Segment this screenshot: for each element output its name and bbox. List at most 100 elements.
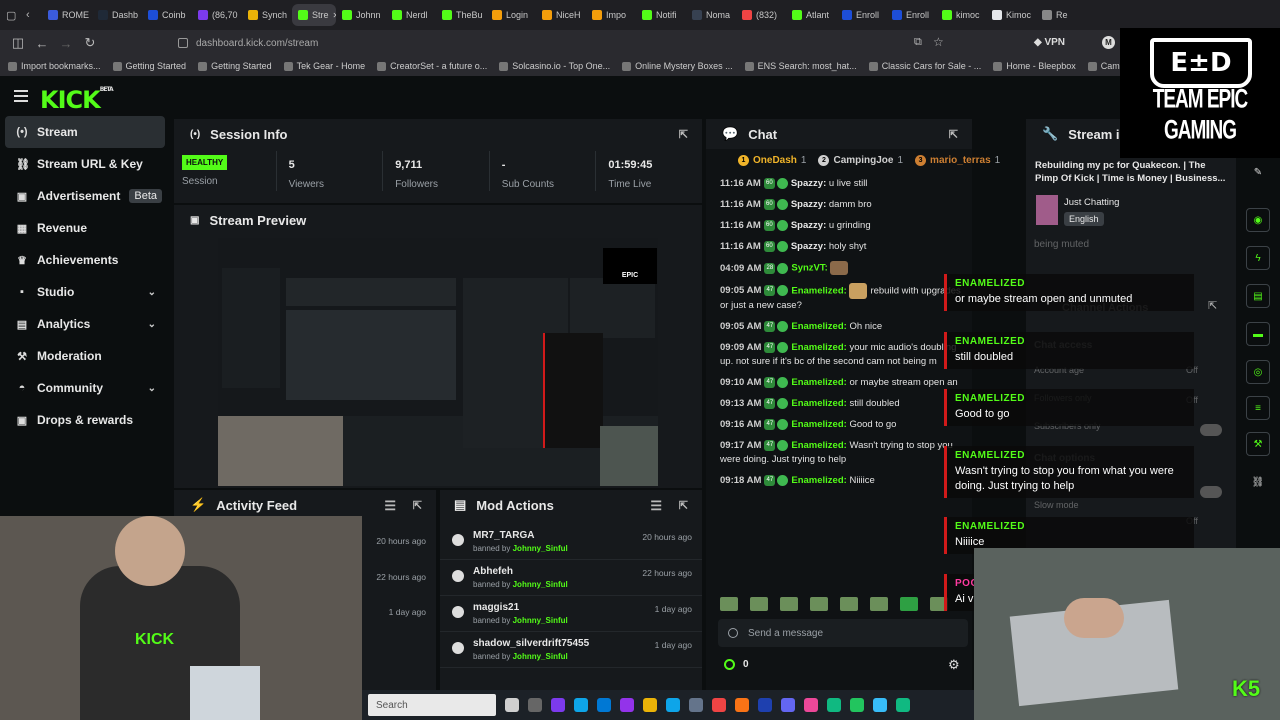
sidebar-item-stream-url-key[interactable]: ⛓ Stream URL & Key xyxy=(0,148,170,180)
browser-tab[interactable]: Nerdl xyxy=(386,4,436,26)
subscribers-only-toggle[interactable] xyxy=(1200,424,1222,436)
channel-points[interactable]: 0 xyxy=(724,659,749,670)
taskbar-app-icon[interactable] xyxy=(827,698,841,712)
chevron-down-icon[interactable]: ⌄ xyxy=(148,383,156,394)
profile-icon[interactable]: M xyxy=(1102,36,1115,49)
bookmark-item[interactable]: CreatorSet - a future o... xyxy=(377,61,487,72)
bookmark-item[interactable]: Import bookmarks... xyxy=(8,61,101,72)
viewer-avatar[interactable] xyxy=(840,597,858,611)
taskbar-app-icon[interactable] xyxy=(528,698,542,712)
taskbar-app-icon[interactable] xyxy=(804,698,818,712)
chat-username[interactable]: Spazzy xyxy=(791,220,823,231)
browser-tab[interactable]: kimoc xyxy=(936,4,986,26)
sidebar-item-drops-rewards[interactable]: ▣ Drops & rewards xyxy=(0,404,170,436)
taskbar-app-icon[interactable] xyxy=(896,698,910,712)
chat-username[interactable]: Enamelized xyxy=(791,475,843,486)
taskbar-app-icon[interactable] xyxy=(551,698,565,712)
browser-tab[interactable]: Impo xyxy=(586,4,636,26)
browser-tab[interactable]: Noma xyxy=(686,4,736,26)
vpn-button[interactable]: ◆ VPN xyxy=(1034,37,1065,48)
browser-tab[interactable]: Synch xyxy=(242,4,292,26)
viewer-avatar[interactable] xyxy=(780,597,798,611)
browser-tab[interactable]: ROME xyxy=(42,4,92,26)
taskbar-app-icon[interactable] xyxy=(597,698,611,712)
camera-icon[interactable]: ◉ xyxy=(1246,208,1270,232)
chat-username[interactable]: Enamelized xyxy=(791,419,843,430)
browser-tab[interactable]: TheBu xyxy=(436,4,486,26)
browser-tab[interactable]: Atlant xyxy=(786,4,836,26)
taskbar-app-icon[interactable] xyxy=(689,698,703,712)
viewer-avatar[interactable] xyxy=(750,597,768,611)
viewer-avatar[interactable] xyxy=(720,597,738,611)
browser-tab[interactable]: Coinb xyxy=(142,4,192,26)
url-field[interactable]: dashboard.kick.com/stream xyxy=(178,34,938,52)
filter-icon[interactable]: ☰ xyxy=(384,498,396,514)
chat-settings-icon[interactable]: ⚙ xyxy=(948,657,960,673)
chat-username[interactable]: Spazzy xyxy=(791,199,823,210)
browser-tab[interactable]: Kimoc xyxy=(986,4,1036,26)
back-tab-icon[interactable]: ‹ xyxy=(26,9,42,21)
viewer-avatar[interactable] xyxy=(810,597,828,611)
browser-tab[interactable]: Stre ✕ xyxy=(292,4,336,26)
chat-username[interactable]: Enamelized xyxy=(791,285,843,296)
browser-tab[interactable]: NiceH xyxy=(536,4,586,26)
browser-tab[interactable]: (86,70 xyxy=(192,4,242,26)
kick-logo[interactable]: KICKBETA xyxy=(40,86,114,114)
chevron-down-icon[interactable]: ⌄ xyxy=(148,319,156,330)
leaderboard-entry[interactable]: 2 CampingJoe 1 xyxy=(818,154,903,166)
expand-icon[interactable]: ⇱ xyxy=(413,499,422,512)
chat-username[interactable]: Enamelized xyxy=(791,342,843,353)
back-icon[interactable]: ← xyxy=(30,36,54,51)
forward-icon[interactable]: → xyxy=(54,36,78,51)
browser-tab[interactable]: Login xyxy=(486,4,536,26)
expand-icon[interactable]: ⇱ xyxy=(1208,299,1217,312)
sidebar-item-achievements[interactable]: ♛ Achievements xyxy=(0,244,170,276)
browser-tab[interactable]: Notifi xyxy=(636,4,686,26)
bookmark-item[interactable]: Home - Bleepbox xyxy=(993,61,1076,72)
expand-icon[interactable]: ⇱ xyxy=(679,128,688,141)
taskbar-app-icon[interactable] xyxy=(873,698,887,712)
moderator-name[interactable]: Johnny_Sinful xyxy=(513,544,568,553)
sidebar-toggle-icon[interactable]: ◫ xyxy=(6,35,30,51)
moderator-name[interactable]: Johnny_Sinful xyxy=(513,580,568,589)
bookmark-item[interactable]: Getting Started xyxy=(198,61,272,72)
filter-icon[interactable]: ☰ xyxy=(650,498,662,514)
taskbar-app-icon[interactable] xyxy=(666,698,680,712)
broadcast-icon[interactable]: ◎ xyxy=(1246,360,1270,384)
taskbar-app-icon[interactable] xyxy=(643,698,657,712)
bookmark-item[interactable]: Getting Started xyxy=(112,61,186,72)
moderator-name[interactable]: Johnny_Sinful xyxy=(513,616,568,625)
browser-tab[interactable]: Enroll xyxy=(836,4,886,26)
taskbar-app-icon[interactable] xyxy=(574,698,588,712)
viewer-avatar[interactable] xyxy=(870,597,888,611)
chat-username[interactable]: Enamelized xyxy=(791,321,843,332)
chevron-down-icon[interactable]: ⌄ xyxy=(148,287,156,298)
browser-tab[interactable]: (832) xyxy=(736,4,786,26)
taskbar-search[interactable]: Search xyxy=(368,694,496,716)
bookmark-item[interactable]: Solcasino.io - Top One... xyxy=(499,61,610,72)
taskbar-app-icon[interactable] xyxy=(712,698,726,712)
list-icon[interactable]: ≡ xyxy=(1246,396,1270,420)
sidebar-item-moderation[interactable]: ⚒ Moderation xyxy=(0,340,170,372)
chat-username[interactable]: Enamelized xyxy=(791,398,843,409)
tab-overview-icon[interactable]: ▢ xyxy=(6,9,26,22)
reload-icon[interactable]: ↻ xyxy=(78,35,102,51)
expand-icon[interactable]: ⇱ xyxy=(949,128,958,141)
bolt-icon[interactable]: ϟ xyxy=(1246,246,1270,270)
stream-preview-video[interactable]: EPIC xyxy=(218,238,658,486)
site-info-icon[interactable] xyxy=(178,38,188,48)
moderator-name[interactable]: Johnny_Sinful xyxy=(513,652,568,661)
taskbar-app-icon[interactable] xyxy=(758,698,772,712)
taskbar-app-icon[interactable] xyxy=(850,698,864,712)
sidebar-item-analytics[interactable]: ▤ Analytics ⌄ xyxy=(0,308,170,340)
chat-input[interactable]: Send a message xyxy=(718,619,968,647)
document-icon[interactable]: ▤ xyxy=(1246,284,1270,308)
browser-tab[interactable]: Enroll xyxy=(886,4,936,26)
screenshot-icon[interactable]: ⧉ xyxy=(914,36,922,49)
sidebar-item-stream[interactable]: (•) Stream xyxy=(5,116,165,148)
chat-username[interactable]: Spazzy xyxy=(791,241,823,252)
browser-tab[interactable]: Dashb xyxy=(92,4,142,26)
sidebar-item-revenue[interactable]: ▦ Revenue xyxy=(0,212,170,244)
taskbar-app-icon[interactable] xyxy=(735,698,749,712)
expand-icon[interactable]: ⇱ xyxy=(679,499,688,512)
